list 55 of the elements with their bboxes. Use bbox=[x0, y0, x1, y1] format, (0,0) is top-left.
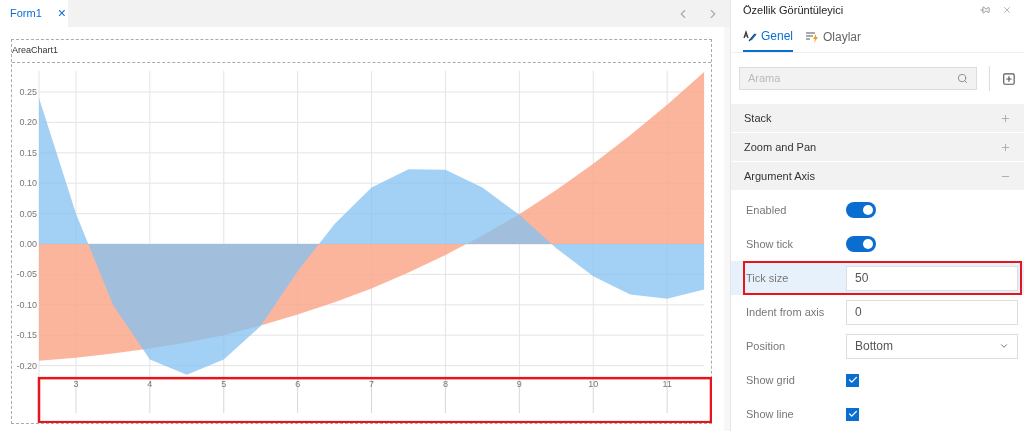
pen-icon bbox=[743, 30, 757, 43]
property-label: Position bbox=[746, 338, 787, 354]
property-label: Enabled bbox=[746, 202, 788, 218]
y-axis-label: 0.00 bbox=[19, 239, 37, 249]
y-axis-label: 0.15 bbox=[19, 147, 37, 158]
x-axis-label: 11 bbox=[662, 379, 672, 390]
lightning-list-icon bbox=[805, 31, 820, 44]
search-icon bbox=[957, 73, 969, 85]
axis-tick bbox=[444, 376, 446, 414]
panel-tab[interactable]: Genel bbox=[743, 22, 794, 53]
x-axis-label: 6 bbox=[295, 379, 301, 390]
document-tab[interactable]: Form1 × bbox=[0, 0, 68, 27]
axis-tick bbox=[518, 376, 520, 414]
y-axis-label: -0.10 bbox=[16, 299, 37, 310]
x-axis-label: 4 bbox=[147, 379, 153, 390]
chart-title: AreaChart1 bbox=[12, 44, 59, 58]
chevron-down-icon bbox=[999, 341, 1009, 351]
close-tab-button[interactable]: × bbox=[57, 3, 66, 24]
x-axis-label: 5 bbox=[221, 379, 227, 390]
checkbox[interactable] bbox=[846, 407, 859, 421]
property-label: Show grid bbox=[746, 372, 796, 388]
plus-icon bbox=[1000, 112, 1011, 124]
property-label: Indent from axis bbox=[746, 304, 826, 320]
toggle-switch[interactable] bbox=[846, 236, 876, 252]
property-row[interactable]: Tick size 50 bbox=[731, 261, 1024, 295]
toggle-switch[interactable] bbox=[846, 202, 876, 218]
y-axis-label: -0.05 bbox=[16, 269, 37, 280]
checkbox[interactable] bbox=[846, 373, 859, 387]
dropdown[interactable]: Bottom bbox=[846, 333, 1018, 359]
y-axis-label: 0.25 bbox=[19, 87, 37, 97]
plus-icon bbox=[1000, 141, 1011, 153]
property-label: Show line bbox=[746, 406, 795, 422]
section-header[interactable]: Argument Axis bbox=[731, 162, 1024, 191]
y-axis-label: 0.05 bbox=[19, 208, 37, 219]
text-field[interactable]: 50 bbox=[846, 265, 1018, 291]
panel-title: Özellik Görüntüleyici bbox=[743, 2, 845, 18]
y-axis-label: -0.15 bbox=[16, 330, 37, 341]
panel-tab[interactable]: Olaylar bbox=[805, 22, 862, 53]
section-header[interactable]: Zoom and Pan bbox=[731, 133, 1024, 162]
axis-tick bbox=[297, 376, 299, 414]
x-axis-label: 3 bbox=[73, 379, 79, 390]
x-axis-label: 7 bbox=[369, 379, 375, 390]
x-axis-label: 9 bbox=[516, 379, 522, 390]
text-field[interactable]: 0 bbox=[846, 299, 1018, 325]
x-axis-label: 8 bbox=[442, 379, 448, 390]
y-axis-label: 0.10 bbox=[19, 178, 37, 189]
section-header[interactable]: Stack bbox=[731, 104, 1024, 133]
axis-tick bbox=[371, 376, 373, 414]
property-label: Show tick bbox=[746, 236, 795, 252]
add-square-icon[interactable] bbox=[1002, 71, 1016, 86]
chart-control[interactable]: AreaChart1 -0.20 -0.15 -0.10 -0.05 0.00 0.05 0.10 0.15 0.20 0.25 3 4 5 6 7 8 9 10 11 bbox=[11, 39, 712, 424]
y-axis-label: -0.20 bbox=[16, 360, 37, 371]
x-axis-label: 10 bbox=[588, 379, 599, 390]
property-label: Tick size bbox=[746, 270, 790, 286]
y-axis-label: 0.20 bbox=[19, 117, 37, 128]
